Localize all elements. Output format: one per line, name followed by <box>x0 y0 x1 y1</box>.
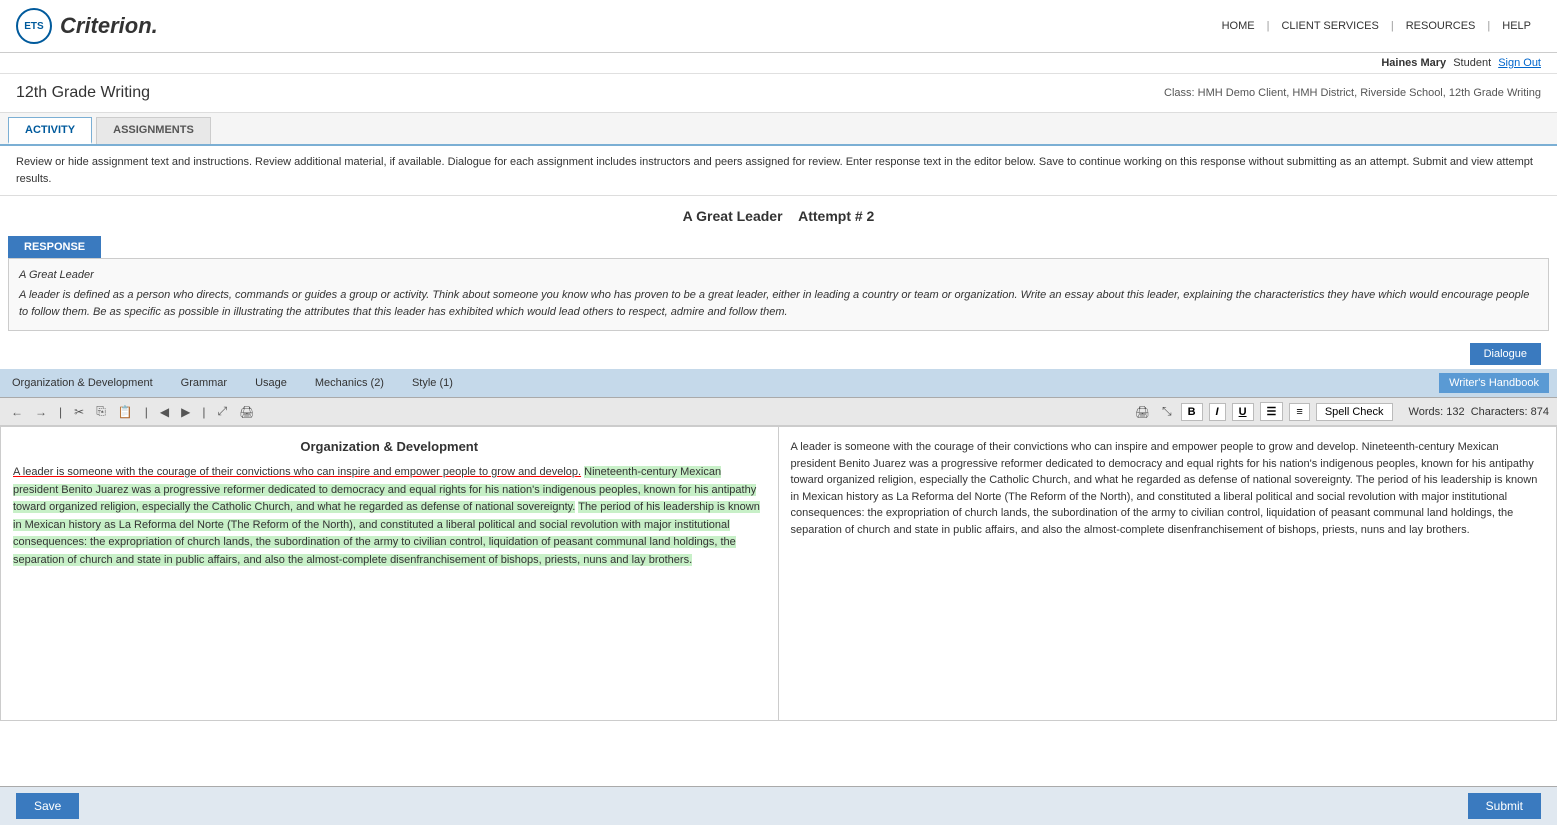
prompt-title: A Great Leader <box>19 269 1538 281</box>
prompt-text: A leader is defined as a person who dire… <box>19 287 1538 320</box>
top-nav: ETS Criterion. HOME | CLIENT SERVICES | … <box>0 0 1557 53</box>
scoring-tab-org[interactable]: Organization & Development <box>8 375 157 391</box>
numbered-list-button[interactable]: ≡ <box>1289 403 1309 421</box>
toolbar-left: ← → | ✂ ⎘ 📋 | ◀ ▶ | ⤢ 🖨 <box>8 403 257 420</box>
cut-icon[interactable]: ✂ <box>71 404 87 420</box>
scoring-tabs-bar: Organization & Development Grammar Usage… <box>0 369 1557 398</box>
toolbar-sep1: | <box>56 404 65 420</box>
right-pane-text: A leader is someone with the courage of … <box>791 441 1538 536</box>
text-red-underline: A leader is someone with the courage of … <box>13 466 581 478</box>
arrow-left-icon[interactable]: ◀ <box>157 404 172 420</box>
save-button[interactable]: Save <box>16 793 79 819</box>
response-tab-button[interactable]: RESPONSE <box>8 236 101 258</box>
left-pane: Organization & Development A leader is s… <box>1 427 779 720</box>
scoring-tab-style[interactable]: Style (1) <box>408 375 457 391</box>
logo-area: ETS Criterion. <box>16 8 158 44</box>
nav-links: HOME | CLIENT SERVICES | RESOURCES | HEL… <box>1212 20 1541 32</box>
nav-resources[interactable]: RESOURCES <box>1396 20 1486 32</box>
brand-name: Criterion. <box>60 13 158 39</box>
page-title: 12th Grade Writing <box>16 84 150 102</box>
page-header: 12th Grade Writing Class: HMH Demo Clien… <box>0 74 1557 113</box>
response-box: A Great Leader A leader is defined as a … <box>8 258 1549 331</box>
bullet-list-button[interactable]: ☰ <box>1260 402 1284 421</box>
dialogue-btn-row: Dialogue <box>8 339 1549 369</box>
user-role: Student <box>1453 57 1491 69</box>
underline-button[interactable]: U <box>1232 403 1254 421</box>
scoring-tab-usage[interactable]: Usage <box>251 375 291 391</box>
italic-button[interactable]: I <box>1209 403 1226 421</box>
arrow-right-icon[interactable]: ▶ <box>178 404 193 420</box>
user-bar: Haines Mary Student Sign Out <box>0 53 1557 74</box>
dialogue-button[interactable]: Dialogue <box>1470 343 1541 365</box>
copy-icon[interactable]: ⎘ <box>93 403 109 420</box>
scoring-tab-mechanics[interactable]: Mechanics (2) <box>311 375 388 391</box>
expand-icon[interactable]: ⤢ <box>214 403 230 420</box>
redo-icon[interactable]: → <box>32 404 50 420</box>
print-icon2[interactable]: 🖨 <box>1132 404 1153 420</box>
writers-handbook-button[interactable]: Writer's Handbook <box>1439 373 1549 393</box>
scoring-tabs-list: Organization & Development Grammar Usage… <box>8 375 457 391</box>
submit-button[interactable]: Submit <box>1468 793 1541 819</box>
bottom-bar: Save Submit <box>0 786 1557 825</box>
tab-activity[interactable]: ACTIVITY <box>8 117 92 144</box>
bold-button[interactable]: B <box>1181 403 1203 421</box>
instructions-text: Review or hide assignment text and instr… <box>0 146 1557 196</box>
split-editor-area: Organization & Development A leader is s… <box>0 426 1557 721</box>
signout-link[interactable]: Sign Out <box>1498 57 1541 69</box>
scoring-tab-grammar[interactable]: Grammar <box>177 375 231 391</box>
ets-logo: ETS <box>16 8 52 44</box>
right-pane[interactable]: A leader is someone with the courage of … <box>779 427 1557 720</box>
word-count: Words: 132 Characters: 874 <box>1409 406 1549 418</box>
toolbar-sep3: | <box>199 404 208 420</box>
main-tabs-bar: ACTIVITY ASSIGNMENTS <box>0 113 1557 146</box>
username: Haines Mary <box>1381 57 1446 69</box>
toolbar-sep2: | <box>142 404 151 420</box>
editor-toolbar: ← → | ✂ ⎘ 📋 | ◀ ▶ | ⤢ 🖨 🖨 ⤡ B I U ☰ ≡ Sp… <box>0 398 1557 426</box>
spell-check-button[interactable]: Spell Check <box>1316 403 1393 421</box>
paste-icon[interactable]: 📋 <box>115 404 136 420</box>
undo-icon[interactable]: ← <box>8 404 26 420</box>
left-pane-heading: Organization & Development <box>13 439 766 454</box>
print-icon[interactable]: 🖨 <box>236 404 257 420</box>
nav-home[interactable]: HOME <box>1212 20 1265 32</box>
tab-assignments[interactable]: ASSIGNMENTS <box>96 117 211 144</box>
assignment-title: A Great Leader Attempt # 2 <box>0 196 1557 236</box>
response-section: RESPONSE A Great Leader A leader is defi… <box>0 236 1557 369</box>
nav-client-services[interactable]: CLIENT SERVICES <box>1271 20 1388 32</box>
expand-icon2[interactable]: ⤡ <box>1159 403 1175 420</box>
class-info: Class: HMH Demo Client, HMH District, Ri… <box>1164 87 1541 99</box>
toolbar-right: 🖨 ⤡ B I U ☰ ≡ Spell Check Words: 132 Cha… <box>1132 402 1549 421</box>
nav-help[interactable]: HELP <box>1492 20 1541 32</box>
highlighted-text[interactable]: A leader is someone with the courage of … <box>13 464 766 570</box>
